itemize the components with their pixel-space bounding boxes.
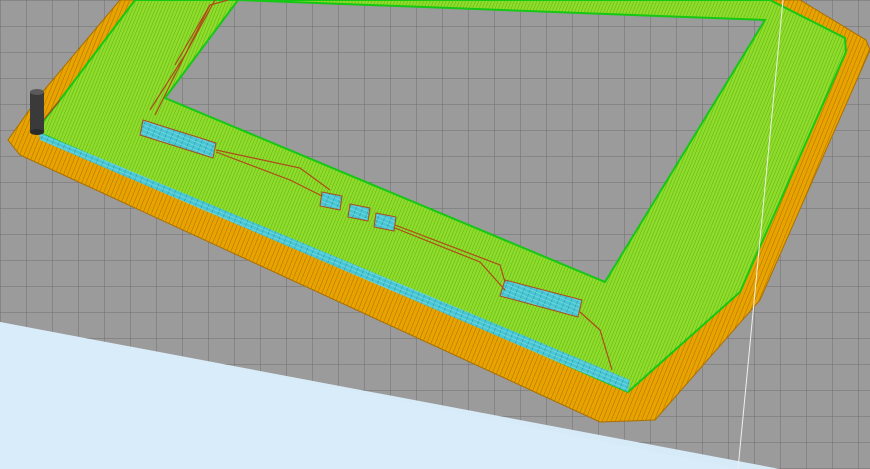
print-preview-scene[interactable]	[0, 0, 870, 469]
print-head-icon	[30, 89, 44, 135]
3d-viewport[interactable]	[0, 0, 870, 469]
